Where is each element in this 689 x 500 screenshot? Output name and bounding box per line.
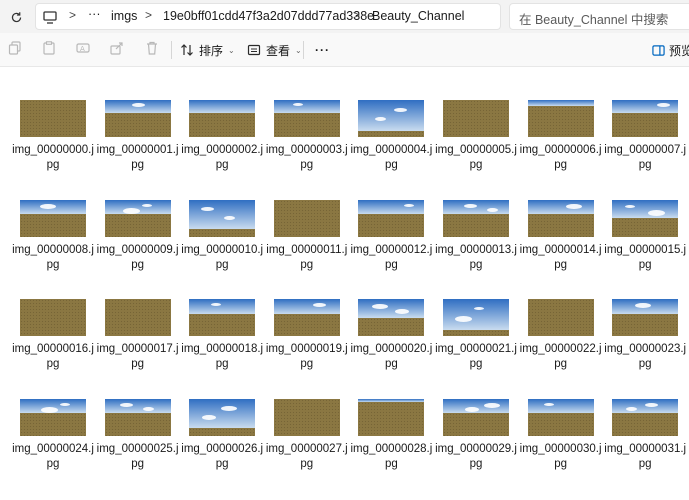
breadcrumb-item-current[interactable]: Beauty_Channel — [372, 9, 464, 23]
chevron-right-icon[interactable]: > — [145, 8, 152, 22]
file-name: img_00000001.jpg — [96, 144, 179, 171]
file-name: img_00000000.jpg — [12, 144, 94, 171]
file-thumbnail — [189, 100, 256, 137]
file-thumbnail — [189, 398, 256, 436]
command-bar: A 排序 ⌄ 查看 ⌄ ··· 预览 — [0, 33, 689, 67]
search-placeholder: 在 Beauty_Channel 中搜索 — [519, 13, 669, 27]
chevron-right-icon[interactable]: > — [69, 8, 76, 22]
file-thumbnail — [443, 100, 509, 137]
file-name: img_00000008.jpg — [12, 243, 94, 271]
file-thumbnail — [20, 199, 86, 237]
chevron-down-icon: ⌄ — [295, 45, 302, 55]
address-bar[interactable]: > ··· imgs > 19e0bff01cdd47f3a2d07ddd77a… — [35, 3, 501, 30]
file-name: img_00000010.jpg — [181, 243, 264, 271]
file-name: img_00000009.jpg — [96, 243, 179, 271]
file-name: img_00000030.jpg — [519, 442, 602, 470]
file-name: img_00000016.jpg — [12, 343, 94, 370]
file-name: img_00000005.jpg — [435, 144, 517, 171]
breadcrumb-item-folder[interactable]: 19e0bff01cdd47f3a2d07ddd77ad338e — [163, 9, 374, 23]
file-name: img_00000031.jpg — [604, 442, 687, 470]
file-name: img_00000025.jpg — [96, 442, 179, 470]
file-thumbnail — [527, 199, 594, 237]
more-options-button[interactable]: ··· — [315, 40, 330, 60]
file-name: img_00000018.jpg — [181, 343, 264, 370]
delete-icon[interactable] — [145, 41, 161, 57]
file-name: img_00000024.jpg — [12, 442, 94, 470]
address-row: > ··· imgs > 19e0bff01cdd47f3a2d07ddd77a… — [0, 0, 689, 33]
toolbar-divider — [171, 41, 172, 59]
paste-icon[interactable] — [42, 41, 58, 57]
file-thumbnail — [443, 398, 509, 436]
file-thumbnail — [443, 299, 509, 336]
file-thumbnail — [612, 299, 679, 336]
file-thumbnail — [20, 100, 86, 137]
file-thumbnail — [104, 299, 171, 336]
file-name: img_00000026.jpg — [181, 442, 264, 470]
file-name: img_00000004.jpg — [350, 144, 433, 171]
file-thumbnail — [273, 299, 340, 336]
file-thumbnail — [612, 199, 679, 237]
file-name: img_00000029.jpg — [435, 442, 517, 470]
file-name: img_00000021.jpg — [435, 343, 517, 370]
file-thumbnail — [189, 299, 256, 336]
file-thumbnail — [189, 199, 256, 237]
sort-icon — [181, 44, 193, 56]
file-grid: img_00000000.jpg img_00000001.jpg img_0000… — [0, 66, 689, 500]
file-name: img_00000022.jpg — [519, 343, 602, 370]
preview-pane-icon — [652, 44, 665, 56]
file-name: img_00000023.jpg — [604, 343, 687, 370]
view-button[interactable]: 查看 ⌄ — [247, 40, 302, 60]
preview-label: 预览 — [669, 43, 689, 58]
view-label: 查看 — [266, 43, 291, 58]
chevron-down-icon: ⌄ — [228, 45, 235, 55]
svg-text:A: A — [80, 45, 85, 53]
copy-icon[interactable] — [8, 41, 24, 57]
preview-pane-button[interactable]: 预览 — [652, 40, 689, 60]
file-thumbnail — [527, 100, 594, 137]
file-name: img_00000014.jpg — [519, 243, 602, 271]
search-input[interactable]: 在 Beauty_Channel 中搜索 — [509, 3, 689, 30]
file-name: img_00000002.jpg — [181, 144, 264, 171]
file-name: img_00000011.jpg — [266, 243, 348, 271]
file-thumbnail — [612, 100, 679, 137]
file-name: img_00000017.jpg — [96, 343, 179, 370]
file-name: img_00000006.jpg — [519, 144, 602, 171]
breadcrumb-item-imgs[interactable]: imgs — [111, 9, 137, 23]
file-thumbnail — [273, 100, 340, 137]
file-thumbnail — [358, 199, 425, 237]
file-thumbnail — [273, 398, 340, 436]
file-name: img_00000020.jpg — [350, 343, 433, 370]
sort-label: 排序 — [199, 43, 224, 58]
file-name: img_00000019.jpg — [265, 343, 348, 370]
computer-icon — [40, 7, 60, 27]
file-thumbnail — [104, 398, 171, 436]
file-thumbnail — [104, 199, 171, 237]
toolbar-divider — [303, 41, 304, 59]
breadcrumb-overflow[interactable]: ··· — [88, 7, 101, 21]
sort-button[interactable]: 排序 ⌄ — [180, 40, 235, 60]
file-thumbnail — [358, 100, 425, 137]
file-thumbnail — [527, 299, 594, 336]
file-thumbnail — [273, 199, 340, 237]
file-name: img_00000013.jpg — [435, 243, 517, 271]
file-thumbnail — [358, 299, 425, 336]
file-name: img_00000007.jpg — [604, 144, 687, 171]
file-thumbnail — [443, 199, 509, 237]
view-icon — [247, 44, 261, 56]
file-thumbnail — [104, 100, 171, 137]
file-thumbnail — [527, 398, 594, 436]
file-name: img_00000015.jpg — [604, 243, 687, 271]
file-thumbnail — [20, 299, 86, 336]
rename-icon[interactable]: A — [76, 41, 92, 57]
file-thumbnail — [612, 398, 679, 436]
share-icon[interactable] — [110, 41, 126, 57]
file-name: img_00000027.jpg — [265, 442, 348, 470]
file-name: img_00000012.jpg — [350, 243, 433, 271]
chevron-right-icon[interactable]: > — [353, 8, 360, 22]
file-name: img_00000028.jpg — [350, 442, 433, 470]
file-thumbnail — [20, 398, 86, 436]
file-name: img_00000003.jpg — [265, 144, 348, 171]
refresh-icon[interactable] — [6, 7, 26, 27]
file-thumbnail — [358, 398, 425, 436]
